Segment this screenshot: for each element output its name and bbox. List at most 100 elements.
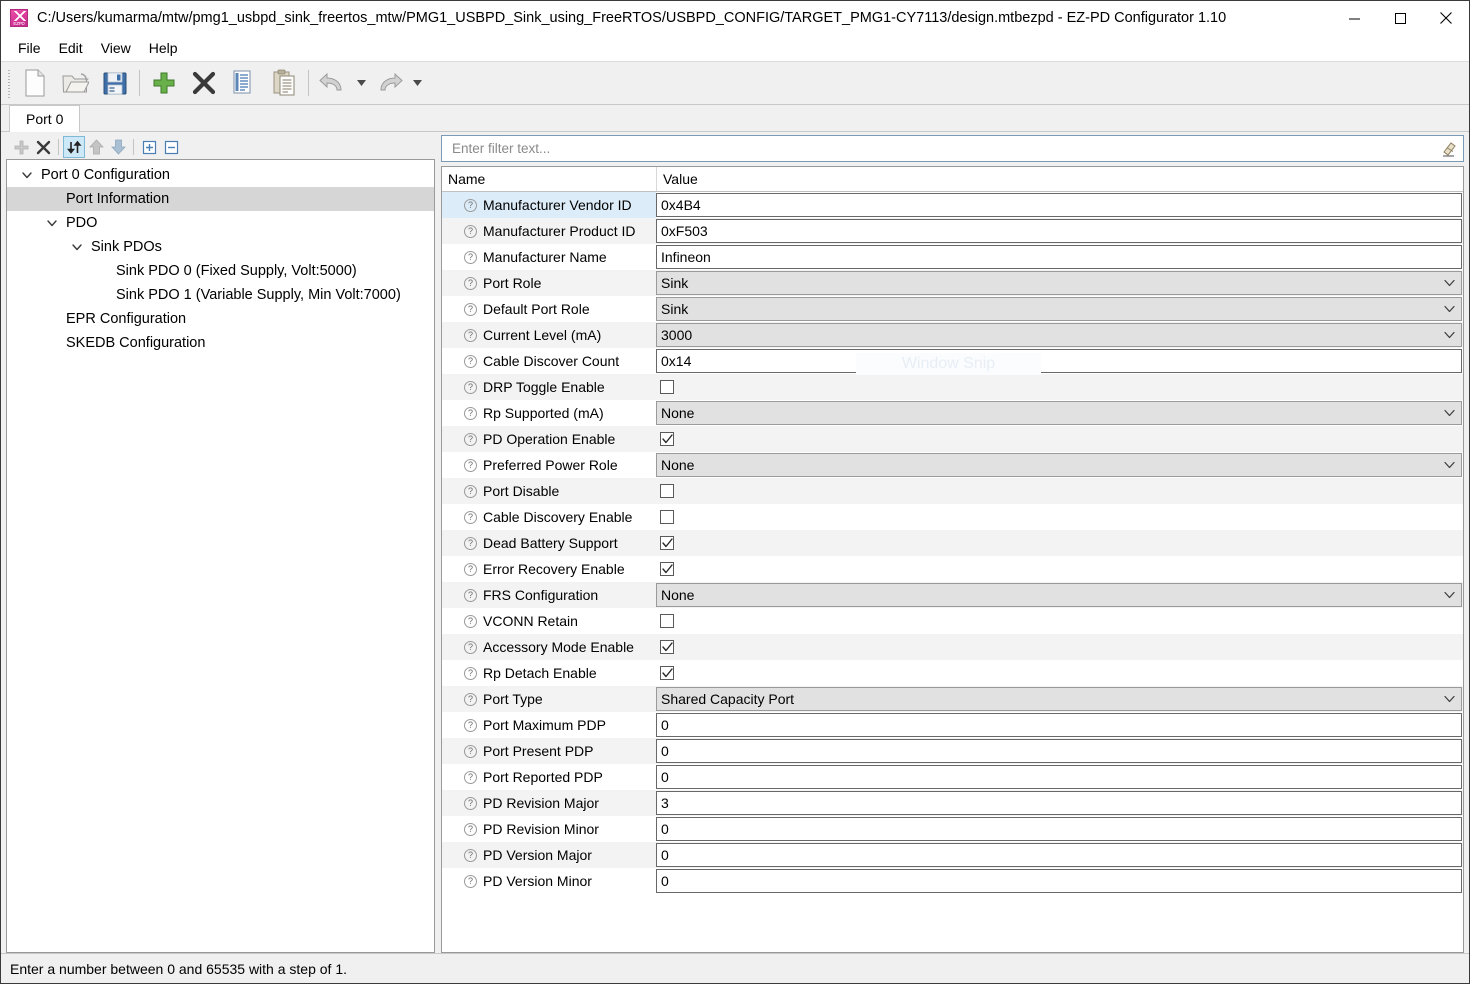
tree-item-port-information[interactable]: Port Information (7, 187, 434, 211)
help-question-icon[interactable]: ? (464, 562, 477, 576)
help-question-icon[interactable]: ? (464, 640, 477, 654)
table-row[interactable]: ? Manufacturer Vendor ID 0x4B4 (442, 192, 1463, 218)
eraser-icon[interactable] (1437, 138, 1459, 160)
chevron-down-icon[interactable] (1441, 331, 1461, 339)
table-row[interactable]: ? Port Role Sink (442, 270, 1463, 296)
tree-item-sink-pdos[interactable]: Sink PDOs (7, 235, 434, 259)
table-row[interactable]: ? Cable Discovery Enable (442, 504, 1463, 530)
property-name-cell[interactable]: ? PD Version Major (442, 842, 656, 868)
help-question-icon[interactable]: ? (464, 198, 477, 212)
help-question-icon[interactable]: ? (464, 354, 477, 368)
property-name-cell[interactable]: ? Port Type (442, 686, 656, 712)
property-name-cell[interactable]: ? Port Reported PDP (442, 764, 656, 790)
table-row[interactable]: ? PD Operation Enable (442, 426, 1463, 452)
text-input-pd-version-major[interactable]: 0 (656, 843, 1462, 867)
tree-item-sink-pdo-0-fixed-supply-volt-5000[interactable]: Sink PDO 0 (Fixed Supply, Volt:5000) (7, 259, 434, 283)
property-name-cell[interactable]: ? Error Recovery Enable (442, 556, 656, 582)
checkbox-vconn-retain[interactable] (660, 614, 674, 628)
configuration-tree[interactable]: Port 0 Configuration Port Information PDO S… (6, 159, 435, 953)
chevron-down-icon[interactable] (1441, 461, 1461, 469)
expand-all-icon[interactable] (138, 136, 160, 158)
property-name-cell[interactable]: ? Manufacturer Product ID (442, 218, 656, 244)
delete-icon[interactable] (32, 136, 54, 158)
table-row[interactable]: ? Manufacturer Product ID 0xF503 (442, 218, 1463, 244)
help-question-icon[interactable]: ? (464, 588, 477, 602)
checkbox-port-disable[interactable] (660, 484, 674, 498)
tree-item-sink-pdo-1-variable-supply-min-volt-7000[interactable]: Sink PDO 1 (Variable Supply, Min Volt:70… (7, 283, 434, 307)
checkbox-cable-discovery-enable[interactable] (660, 510, 674, 524)
table-row[interactable]: ? Cable Discover Count 0x14 (442, 348, 1463, 374)
help-question-icon[interactable]: ? (464, 848, 477, 862)
dropdown-current-level-ma[interactable]: 3000 (656, 323, 1462, 347)
help-question-icon[interactable]: ? (464, 432, 477, 446)
redo-dropdown-icon[interactable] (409, 64, 425, 102)
close-button[interactable] (1423, 1, 1469, 35)
open-folder-icon[interactable] (55, 64, 95, 102)
collapse-all-icon[interactable] (160, 136, 182, 158)
property-name-cell[interactable]: ? Manufacturer Vendor ID (442, 192, 656, 218)
help-question-icon[interactable]: ? (464, 510, 477, 524)
help-question-icon[interactable]: ? (464, 796, 477, 810)
property-name-cell[interactable]: ? Cable Discover Count (442, 348, 656, 374)
dropdown-default-port-role[interactable]: Sink (656, 297, 1462, 321)
chevron-down-icon[interactable] (40, 211, 64, 235)
text-input-cable-discover-count[interactable]: 0x14 (656, 349, 1462, 373)
checkbox-error-recovery-enable[interactable] (660, 562, 674, 576)
table-row[interactable]: ? PD Version Minor 0 (442, 868, 1463, 894)
redo-icon[interactable] (369, 64, 409, 102)
maximize-button[interactable] (1377, 1, 1423, 35)
help-question-icon[interactable]: ? (464, 718, 477, 732)
move-up-icon[interactable] (85, 136, 107, 158)
help-question-icon[interactable]: ? (464, 484, 477, 498)
property-name-cell[interactable]: ? PD Operation Enable (442, 426, 656, 452)
table-row[interactable]: ? Error Recovery Enable (442, 556, 1463, 582)
text-input-manufacturer-product-id[interactable]: 0xF503 (656, 219, 1462, 243)
table-row[interactable]: ? Rp Detach Enable (442, 660, 1463, 686)
paste-icon[interactable] (264, 64, 304, 102)
table-row[interactable]: ? FRS Configuration None (442, 582, 1463, 608)
help-question-icon[interactable]: ? (464, 276, 477, 290)
table-row[interactable]: ? VCONN Retain (442, 608, 1463, 634)
help-question-icon[interactable]: ? (464, 770, 477, 784)
add-icon[interactable] (10, 136, 32, 158)
undo-icon[interactable] (313, 64, 353, 102)
property-name-cell[interactable]: ? Rp Detach Enable (442, 660, 656, 686)
dropdown-preferred-power-role[interactable]: None (656, 453, 1462, 477)
table-row[interactable]: ? Current Level (mA) 3000 (442, 322, 1463, 348)
tab-port-0[interactable]: Port 0 (9, 105, 81, 132)
property-name-cell[interactable]: ? Port Disable (442, 478, 656, 504)
table-row[interactable]: ? PD Version Major 0 (442, 842, 1463, 868)
property-name-cell[interactable]: ? PD Version Minor (442, 868, 656, 894)
help-question-icon[interactable]: ? (464, 692, 477, 706)
table-row[interactable]: ? Accessory Mode Enable (442, 634, 1463, 660)
table-row[interactable]: ? DRP Toggle Enable (442, 374, 1463, 400)
tree-item-pdo[interactable]: PDO (7, 211, 434, 235)
text-input-manufacturer-vendor-id[interactable]: 0x4B4 (656, 193, 1462, 217)
chevron-down-icon[interactable] (1441, 591, 1461, 599)
chevron-down-icon[interactable] (65, 235, 89, 259)
property-name-cell[interactable]: ? VCONN Retain (442, 608, 656, 634)
help-question-icon[interactable]: ? (464, 380, 477, 394)
property-name-cell[interactable]: ? Default Port Role (442, 296, 656, 322)
toolbar-grip[interactable] (5, 68, 13, 98)
text-input-port-present-pdp[interactable]: 0 (656, 739, 1462, 763)
help-question-icon[interactable]: ? (464, 744, 477, 758)
add-plus-icon[interactable] (144, 64, 184, 102)
text-input-manufacturer-name[interactable]: Infineon (656, 245, 1462, 269)
help-question-icon[interactable]: ? (464, 250, 477, 264)
help-question-icon[interactable]: ? (464, 666, 477, 680)
help-question-icon[interactable]: ? (464, 302, 477, 316)
help-question-icon[interactable]: ? (464, 874, 477, 888)
chevron-down-icon[interactable] (1441, 305, 1461, 313)
checkbox-rp-detach-enable[interactable] (660, 666, 674, 680)
property-name-cell[interactable]: ? Current Level (mA) (442, 322, 656, 348)
menu-item-help[interactable]: Help (140, 37, 187, 59)
table-row[interactable]: ? PD Revision Major 3 (442, 790, 1463, 816)
column-header-name[interactable]: Name (442, 171, 656, 187)
table-row[interactable]: ? Port Type Shared Capacity Port (442, 686, 1463, 712)
text-input-pd-revision-minor[interactable]: 0 (656, 817, 1462, 841)
move-down-icon[interactable] (107, 136, 129, 158)
property-name-cell[interactable]: ? PD Revision Major (442, 790, 656, 816)
chevron-down-icon[interactable] (1441, 409, 1461, 417)
help-question-icon[interactable]: ? (464, 536, 477, 550)
